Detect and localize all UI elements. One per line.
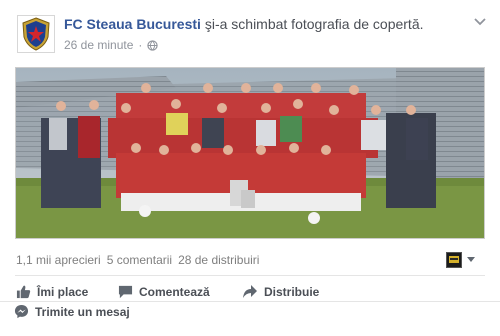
page-name-link[interactable]: FC Steaua Bucuresti — [64, 16, 201, 32]
page-avatar[interactable] — [17, 15, 55, 53]
mini-logo-icon — [449, 256, 459, 263]
page-mini-avatar[interactable] — [446, 252, 462, 268]
send-message-button[interactable]: Trimite un mesaj — [14, 304, 130, 319]
reaction-selector-caret-icon[interactable] — [467, 257, 475, 262]
team-photo-image — [16, 68, 484, 238]
action-bar: Îmi place Comentează Distribuie — [0, 282, 500, 302]
like-label: Îmi place — [37, 284, 89, 299]
engagement-stats: 1,1 mii aprecieri 5 comentarii 28 de dis… — [16, 253, 259, 267]
likes-count[interactable]: 1,1 mii aprecieri — [16, 253, 101, 267]
comment-icon — [118, 285, 133, 299]
post-meta: 26 de minute · — [64, 38, 159, 52]
comments-count[interactable]: 5 comentarii — [107, 253, 172, 267]
actions-divider — [0, 301, 500, 302]
post-options-chevron-icon[interactable] — [474, 18, 486, 26]
steaua-logo-icon — [22, 17, 50, 51]
post-card: FC Steaua Bucuresti şi-a schimbat fotogr… — [0, 0, 500, 336]
send-message-label: Trimite un mesaj — [35, 304, 130, 319]
globe-icon[interactable] — [147, 39, 159, 51]
like-button[interactable]: Îmi place — [16, 284, 88, 299]
messenger-icon — [14, 304, 29, 319]
shares-count[interactable]: 28 de distribuiri — [178, 253, 259, 267]
share-label: Distribuie — [264, 284, 320, 299]
stats-divider — [15, 275, 485, 276]
comment-label: Comentează — [139, 284, 210, 299]
post-timestamp[interactable]: 26 de minute — [64, 38, 133, 52]
post-headline: FC Steaua Bucuresti şi-a schimbat fotogr… — [64, 16, 424, 32]
share-arrow-icon — [243, 285, 257, 298]
share-button[interactable]: Distribuie — [242, 284, 319, 299]
comment-button[interactable]: Comentează — [118, 284, 210, 299]
post-action-text: şi-a schimbat fotografia de copertă. — [204, 16, 424, 32]
thumbs-up-icon — [16, 285, 31, 299]
cover-photo[interactable] — [15, 67, 485, 239]
meta-separator: · — [138, 38, 143, 52]
